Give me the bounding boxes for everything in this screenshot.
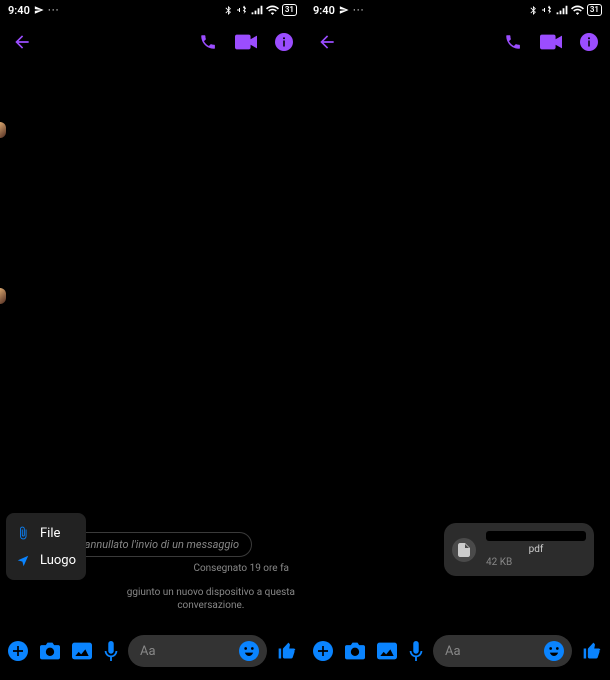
chat-header (0, 20, 305, 64)
call-icon[interactable] (504, 33, 522, 51)
screen-left: 9:40 ··· 31 Hai annullato l'invio di un … (0, 0, 305, 680)
message-input[interactable]: Aa (433, 635, 572, 667)
gallery-icon[interactable] (72, 642, 92, 660)
plus-icon[interactable] (313, 641, 333, 661)
attachment-menu: File Luogo (6, 513, 86, 580)
message-input[interactable]: Aa (128, 635, 267, 667)
input-bar: Aa (305, 632, 610, 680)
send-status-icon (339, 5, 349, 15)
file-extension: pdf (486, 544, 586, 555)
input-bar: Aa (0, 632, 305, 680)
status-time: 9:40 (8, 4, 30, 17)
attach-file-label: File (40, 526, 60, 541)
chat-body: pdf 42 KB (305, 64, 610, 632)
camera-icon[interactable] (40, 642, 60, 660)
battery-level: 31 (587, 4, 602, 16)
gallery-icon[interactable] (377, 642, 397, 660)
chat-header (305, 20, 610, 64)
status-more: ··· (353, 4, 365, 17)
back-arrow-icon[interactable] (317, 32, 337, 52)
bluetooth-icon (223, 4, 233, 16)
bluetooth-icon (528, 4, 538, 16)
wifi-icon (266, 5, 279, 15)
file-size: 42 KB (486, 557, 586, 568)
location-arrow-icon (16, 554, 30, 568)
status-bar: 9:40 ··· 31 (305, 0, 610, 20)
file-attachment-preview[interactable]: pdf 42 KB (444, 523, 594, 576)
emoji-icon[interactable] (544, 641, 564, 661)
like-icon[interactable] (277, 641, 297, 661)
screen-right: 9:40 ··· 31 pdf 42 KB (305, 0, 610, 680)
avatar (0, 288, 6, 304)
attach-location-label: Luogo (40, 553, 76, 568)
signal-icon (251, 5, 263, 15)
delivered-status: Consegnato 19 ore fa (193, 563, 305, 574)
video-call-icon[interactable] (540, 34, 562, 50)
send-status-icon (34, 5, 44, 15)
attach-file-item[interactable]: File (10, 519, 82, 547)
back-arrow-icon[interactable] (12, 32, 32, 52)
mic-icon[interactable] (409, 641, 423, 661)
avatar (0, 122, 6, 138)
vibrate-icon (236, 4, 248, 16)
emoji-icon[interactable] (239, 641, 259, 661)
status-bar: 9:40 ··· 31 (0, 0, 305, 20)
info-icon[interactable] (580, 33, 598, 51)
status-more: ··· (48, 4, 60, 17)
system-message: ggiunto un nuovo dispositivo a questa co… (127, 586, 295, 612)
paperclip-icon (16, 525, 30, 541)
plus-icon[interactable] (8, 641, 28, 661)
battery-level: 31 (282, 4, 297, 16)
info-icon[interactable] (275, 33, 293, 51)
like-icon[interactable] (582, 641, 602, 661)
call-icon[interactable] (199, 33, 217, 51)
status-time: 9:40 (313, 4, 335, 17)
attach-location-item[interactable]: Luogo (10, 547, 82, 574)
wifi-icon (571, 5, 584, 15)
signal-icon (556, 5, 568, 15)
video-call-icon[interactable] (235, 34, 257, 50)
file-icon (452, 538, 476, 562)
mic-icon[interactable] (104, 641, 118, 661)
camera-icon[interactable] (345, 642, 365, 660)
file-name-redacted (486, 531, 586, 541)
vibrate-icon (541, 4, 553, 16)
chat-body: Hai annullato l'invio di un messaggio Co… (0, 64, 305, 632)
input-placeholder: Aa (445, 644, 461, 659)
input-placeholder: Aa (140, 644, 156, 659)
